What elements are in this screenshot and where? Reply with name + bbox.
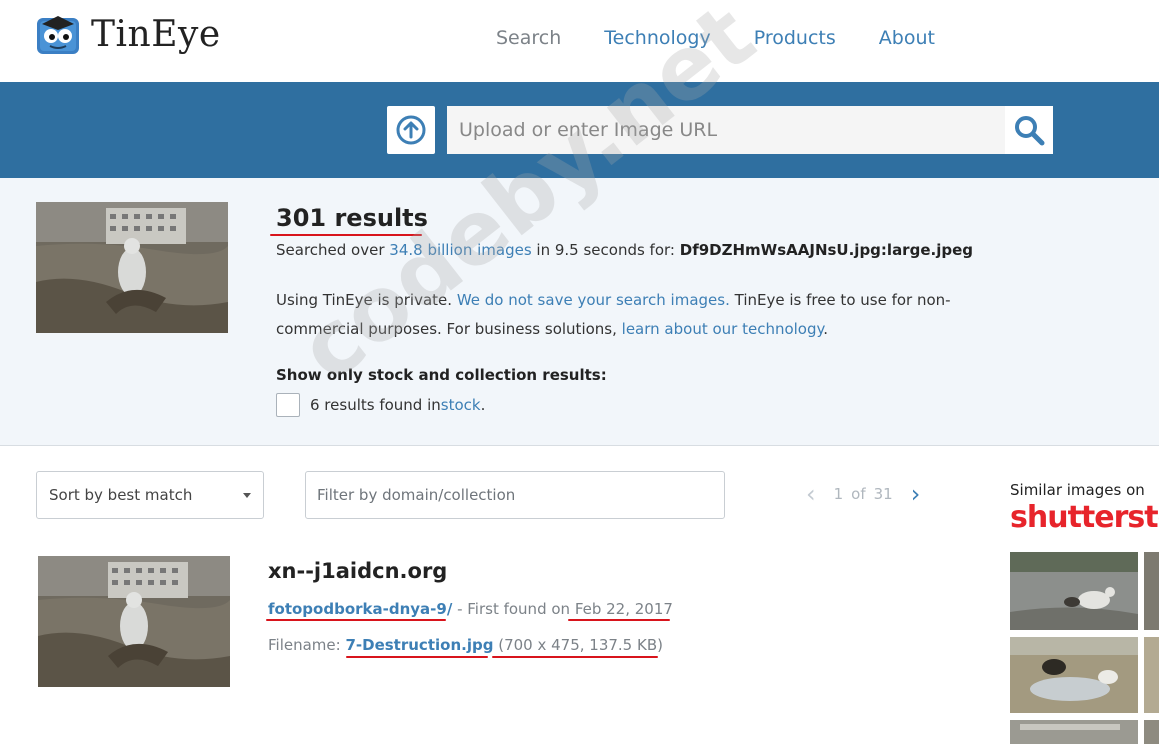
page-total: 31 bbox=[873, 485, 893, 503]
similar-image-2[interactable] bbox=[1144, 552, 1159, 630]
similar-image-5[interactable] bbox=[1010, 720, 1138, 744]
search-button[interactable] bbox=[1005, 106, 1053, 154]
privacy-link[interactable]: We do not save your search images. bbox=[457, 291, 730, 309]
nav-technology[interactable]: Technology bbox=[604, 27, 710, 49]
site-header: TinEye Search Technology Products About bbox=[0, 0, 1159, 82]
results-count: 301 results bbox=[276, 204, 428, 232]
page-current: 1 bbox=[833, 485, 844, 503]
upload-arrow-icon bbox=[396, 115, 426, 145]
stock-checkbox[interactable] bbox=[276, 393, 300, 417]
result-file-link[interactable]: 7-Destruction.jpg bbox=[345, 636, 493, 654]
technology-link[interactable]: learn about our technology bbox=[622, 320, 824, 338]
file-meta: (700 x 475, 137.5 KB) bbox=[498, 636, 663, 654]
searched-filename: Df9DZHmWsAAJNsU.jpg:large.jpeg bbox=[679, 241, 973, 259]
search-summary: 301 results Searched over 34.8 billion i… bbox=[0, 178, 1159, 446]
tineye-logo[interactable]: TinEye bbox=[36, 12, 221, 56]
stock-filter-row: 6 results found in stock. bbox=[276, 393, 485, 417]
nav-about[interactable]: About bbox=[879, 27, 935, 49]
result-found-line: fotopodborka-dnya-9/ - First found on Fe… bbox=[268, 600, 673, 618]
caret-down-icon bbox=[243, 492, 251, 498]
page-of: of bbox=[851, 485, 866, 503]
similar-image-1[interactable] bbox=[1010, 552, 1138, 630]
result-image-thumbnail[interactable] bbox=[38, 556, 230, 687]
annotation-underline bbox=[568, 619, 670, 621]
main-nav: Search Technology Products About bbox=[496, 27, 978, 49]
privacy-notice: Using TinEye is private. We do not save … bbox=[276, 291, 951, 338]
query-image-thumbnail bbox=[36, 202, 228, 333]
image-url-input[interactable] bbox=[447, 106, 1005, 154]
annotation-underline bbox=[270, 234, 422, 236]
logo-text: TinEye bbox=[91, 13, 221, 55]
shutterstock-logo[interactable]: shutterstock bbox=[1010, 500, 1159, 544]
magnifier-icon bbox=[1015, 116, 1045, 146]
pagination: ‹ 1 of 31 › bbox=[806, 482, 920, 506]
similar-image-6[interactable] bbox=[1144, 720, 1159, 744]
nav-products[interactable]: Products bbox=[754, 27, 836, 49]
tineye-robot-icon bbox=[37, 16, 79, 54]
domain-filter-input[interactable] bbox=[305, 471, 725, 519]
sort-value: Sort by best match bbox=[49, 486, 193, 504]
similar-images-label: Similar images on bbox=[1010, 481, 1145, 499]
first-found-date: Feb 22, 2017 bbox=[574, 600, 673, 618]
shutterstock-brand: shutterstock bbox=[1010, 500, 1159, 535]
nav-search[interactable]: Search bbox=[496, 27, 561, 49]
similar-image-4[interactable] bbox=[1144, 637, 1159, 713]
result-page-link[interactable]: fotopodborka-dnya-9/ bbox=[268, 600, 452, 618]
similar-image-3[interactable] bbox=[1010, 637, 1138, 713]
annotation-underline bbox=[346, 656, 488, 658]
prev-page-icon[interactable]: ‹ bbox=[806, 482, 816, 506]
annotation-underline bbox=[492, 656, 658, 658]
upload-button[interactable] bbox=[387, 106, 435, 154]
sort-select[interactable]: Sort by best match bbox=[36, 471, 264, 519]
stock-filter-title: Show only stock and collection results: bbox=[276, 366, 607, 384]
search-stats: Searched over 34.8 billion images in 9.5… bbox=[276, 241, 973, 259]
annotation-underline bbox=[266, 619, 446, 621]
next-page-icon[interactable]: › bbox=[911, 482, 921, 506]
search-band bbox=[0, 82, 1159, 178]
result-file-line: Filename: 7-Destruction.jpg (700 x 475, … bbox=[268, 636, 663, 654]
result-domain: xn--j1aidcn.org bbox=[268, 559, 448, 583]
stock-link[interactable]: stock bbox=[441, 396, 481, 414]
billion-images-link[interactable]: 34.8 billion images bbox=[389, 241, 531, 259]
